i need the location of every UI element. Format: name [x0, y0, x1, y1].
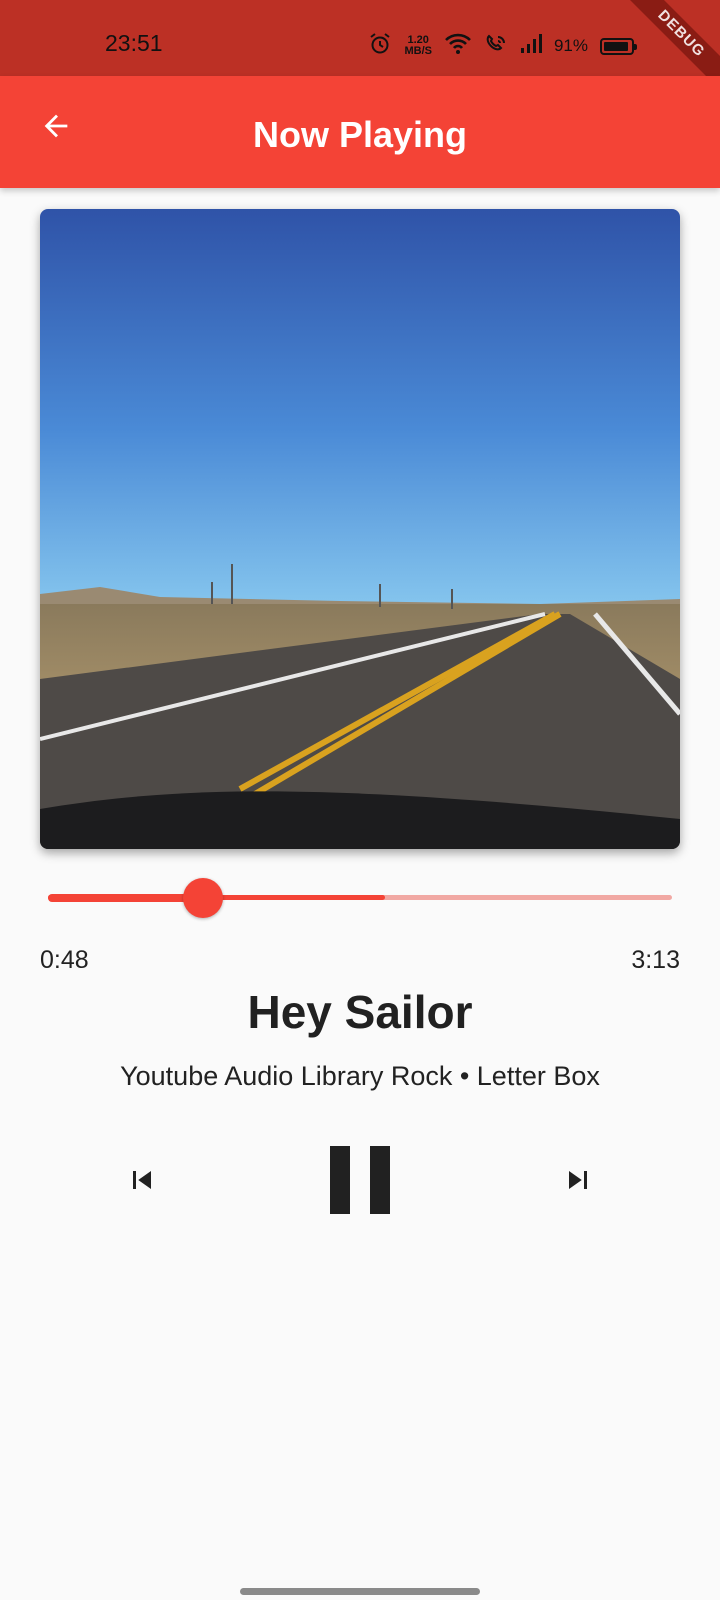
net-speed-unit: MB/S — [404, 45, 432, 57]
pause-button[interactable] — [314, 1136, 406, 1228]
wifi-icon — [444, 33, 472, 60]
previous-button[interactable] — [116, 1156, 168, 1208]
battery-icon — [600, 37, 637, 55]
skip-next-icon — [560, 1162, 596, 1203]
status-bar: 23:51 1.20 MB/S 91% — [0, 0, 720, 76]
progress-slider[interactable] — [48, 878, 672, 918]
status-time: 23:51 — [105, 30, 163, 56]
next-button[interactable] — [552, 1156, 604, 1208]
app-bar: Now Playing — [0, 76, 720, 188]
net-speed: 1.20 MB/S — [404, 35, 432, 57]
home-indicator[interactable] — [240, 1588, 480, 1595]
song-subtitle: Youtube Audio Library Rock • Letter Box — [120, 1061, 600, 1091]
signal-icon — [520, 33, 542, 59]
song-title: Hey Sailor — [247, 986, 473, 1038]
slider-thumb[interactable] — [182, 878, 223, 918]
desert-road-artwork — [40, 209, 680, 849]
pause-icon — [322, 1142, 398, 1223]
status-icons: 1.20 MB/S 91% — [368, 30, 637, 62]
alarm-icon — [368, 32, 392, 61]
wifi-call-icon — [484, 33, 508, 60]
battery-percent: 91% — [553, 36, 588, 55]
page-title: Now Playing — [252, 114, 468, 155]
slider-active-track — [48, 894, 203, 902]
elapsed-time: 0:48 — [40, 946, 89, 974]
total-time: 3:13 — [631, 946, 680, 974]
album-art — [40, 209, 680, 849]
skip-previous-icon — [124, 1162, 160, 1203]
